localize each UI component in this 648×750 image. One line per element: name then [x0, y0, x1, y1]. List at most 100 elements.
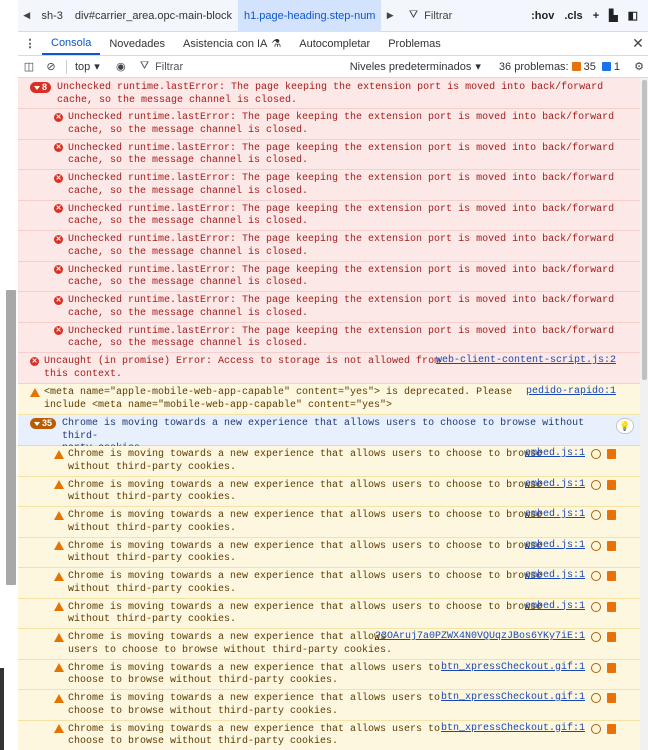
issue-flag-icon[interactable]	[607, 601, 616, 612]
source-link[interactable]: btn_xpressCheckout.gif:1	[441, 662, 585, 675]
error-icon: ✕	[54, 265, 63, 275]
console-filter-input[interactable]: Filtrar	[155, 61, 183, 73]
warning-row[interactable]: Chrome is moving towards a new experienc…	[18, 446, 640, 477]
breadcrumb-left-arrow-icon[interactable]: ◀	[18, 10, 35, 21]
warning-icon	[54, 724, 64, 734]
chevron-down-icon: ▾	[475, 61, 481, 73]
error-row[interactable]: ✕ Unchecked runtime.lastError: The page k…	[18, 292, 640, 323]
source-link[interactable]: pedido-rapido:1	[526, 386, 616, 399]
error-row[interactable]: ✕ Unchecked runtime.lastError: The page k…	[18, 231, 640, 262]
console-message-text: Unchecked runtime.lastError: The page ke…	[68, 112, 615, 136]
cookie-icon[interactable]	[591, 632, 601, 643]
styles-filter[interactable]: ⛛ Filtrar	[409, 9, 531, 22]
filter-icon: ⛛	[139, 60, 150, 72]
error-row[interactable]: ✕ Unchecked runtime.lastError: The page k…	[18, 139, 640, 170]
close-drawer-icon[interactable]: ✕	[628, 32, 648, 55]
cookie-icon[interactable]	[591, 571, 601, 582]
styles-filter-input[interactable]: Filtrar	[424, 10, 452, 22]
hov-button[interactable]: :hov	[531, 10, 554, 22]
issue-flag-icon[interactable]	[607, 571, 616, 582]
issue-flag-icon[interactable]	[607, 693, 616, 704]
error-row[interactable]: ✕ Unchecked runtime.lastError: The page k…	[18, 109, 640, 140]
tab-consola[interactable]: Consola	[42, 32, 101, 55]
breadcrumb-item[interactable]: sh-3	[35, 0, 68, 32]
breadcrumb-item[interactable]: div#carrier_area.opc-main-block	[69, 0, 238, 32]
error-count-badge: 8	[30, 82, 52, 93]
more-tabs-icon[interactable]: ⋮	[18, 32, 42, 55]
left-scrollbar-thumb[interactable]	[6, 290, 16, 585]
warning-row[interactable]: Chrome is moving towards a new experienc…	[18, 537, 640, 568]
breadcrumb-item-selected[interactable]: h1.page-heading.step-num	[237, 0, 382, 32]
console-message-text: Unchecked runtime.lastError: The page ke…	[68, 173, 615, 197]
issue-flag-icon[interactable]	[607, 540, 616, 551]
issue-flag-icon[interactable]	[607, 449, 616, 460]
cookie-icon[interactable]	[591, 601, 601, 612]
source-link[interactable]: btn_xpressCheckout.gif:1	[441, 723, 585, 736]
cookie-icon[interactable]	[591, 540, 601, 551]
warning-row[interactable]: Chrome is moving towards a new experienc…	[18, 659, 640, 690]
tab-autocompletar[interactable]: Autocompletar	[290, 32, 379, 55]
source-link[interactable]: web-client-content-script.js:2	[436, 355, 616, 368]
console-filter[interactable]: ⛛ Filtrar	[140, 60, 320, 73]
issues-counter[interactable]: 36 problemas: 35 1	[499, 61, 620, 73]
sidebar-toggle-icon[interactable]: ◧	[628, 9, 638, 22]
issue-flag-icon[interactable]	[607, 662, 616, 673]
console-message-text: Unchecked runtime.lastError: The page ke…	[68, 203, 615, 228]
source-link[interactable]: embed.js:1	[525, 540, 585, 553]
warning-icon	[54, 510, 64, 520]
error-group-row[interactable]: 8 Unchecked runtime.lastError: The page …	[18, 78, 640, 109]
error-icon: ✕	[54, 173, 63, 183]
error-row[interactable]: ✕ Unchecked runtime.lastError: The page k…	[18, 322, 640, 353]
warning-icon	[54, 449, 64, 459]
source-link[interactable]: embed.js:1	[525, 601, 585, 614]
left-edge	[0, 668, 4, 750]
cookie-icon[interactable]	[591, 479, 601, 490]
clear-console-icon[interactable]: ⊘	[40, 60, 62, 73]
error-row[interactable]: ✕ Unchecked runtime.lastError: The page k…	[18, 170, 640, 201]
warning-row[interactable]: Chrome is moving towards a new experienc…	[18, 690, 640, 721]
source-link[interactable]: embed.js:1	[525, 479, 585, 492]
cookie-icon[interactable]	[591, 449, 601, 460]
warning-icon	[54, 632, 64, 642]
source-link[interactable]: ?3OAruj7a0PZWX4N0VQUqzJBos6YKy7iE:1	[375, 631, 585, 644]
error-row[interactable]: ✕ Unchecked runtime.lastError: The page k…	[18, 261, 640, 292]
issue-flag-icon[interactable]	[607, 723, 616, 734]
context-selector[interactable]: top ▾	[75, 60, 100, 74]
warning-row[interactable]: Chrome is moving towards a new experienc…	[18, 598, 640, 629]
error-row[interactable]: ✕ Uncaught (in promise) Error: Access to…	[18, 353, 640, 384]
cookie-icon[interactable]	[591, 510, 601, 521]
eye-icon[interactable]: ◉	[112, 60, 130, 73]
tab-problemas[interactable]: Problemas	[379, 32, 450, 55]
source-link[interactable]: embed.js:1	[525, 570, 585, 583]
paint-icon[interactable]: ▙	[609, 9, 617, 22]
cookie-icon[interactable]	[591, 693, 601, 704]
cookie-icon[interactable]	[591, 723, 601, 734]
console-scrollbar-thumb[interactable]	[642, 80, 647, 380]
source-link[interactable]: btn_xpressCheckout.gif:1	[441, 692, 585, 705]
error-row[interactable]: ✕ Unchecked runtime.lastError: The page k…	[18, 200, 640, 231]
warning-row[interactable]: Chrome is moving towards a new experienc…	[18, 629, 640, 660]
tab-asistencia-ia[interactable]: Asistencia con IA ⚗	[174, 32, 290, 55]
warning-row[interactable]: Chrome is moving towards a new experienc…	[18, 720, 640, 750]
tab-novedades[interactable]: Novedades	[100, 32, 174, 55]
warning-row[interactable]: <meta name="apple-mobile-web-app-capable…	[18, 384, 640, 415]
gear-icon[interactable]: ⚙	[630, 60, 648, 73]
warning-row[interactable]: Chrome is moving towards a new experienc…	[18, 476, 640, 507]
issue-flag-icon[interactable]	[607, 510, 616, 521]
warning-row[interactable]: Chrome is moving towards a new experienc…	[18, 568, 640, 599]
warning-icon	[54, 693, 64, 703]
log-levels-label: Niveles predeterminados	[349, 60, 472, 73]
warning-row[interactable]: Chrome is moving towards a new experienc…	[18, 507, 640, 538]
warning-group-row[interactable]: 35 Chrome is moving towards a new experi…	[18, 415, 640, 454]
cls-button[interactable]: .cls	[564, 10, 582, 22]
issue-flag-icon[interactable]	[607, 479, 616, 490]
issue-flag-icon[interactable]	[607, 632, 616, 643]
cookie-icon[interactable]	[591, 662, 601, 673]
lightbulb-icon[interactable]: 💡	[616, 418, 634, 434]
log-levels-dropdown[interactable]: Niveles predeterminados ▾	[349, 60, 481, 74]
source-link[interactable]: embed.js:1	[525, 448, 585, 461]
sidebar-icon[interactable]: ◫	[18, 60, 40, 73]
breadcrumb-right-arrow-icon[interactable]: ▶	[381, 10, 398, 21]
add-rule-icon[interactable]: +	[593, 10, 599, 22]
source-link[interactable]: embed.js:1	[525, 509, 585, 522]
